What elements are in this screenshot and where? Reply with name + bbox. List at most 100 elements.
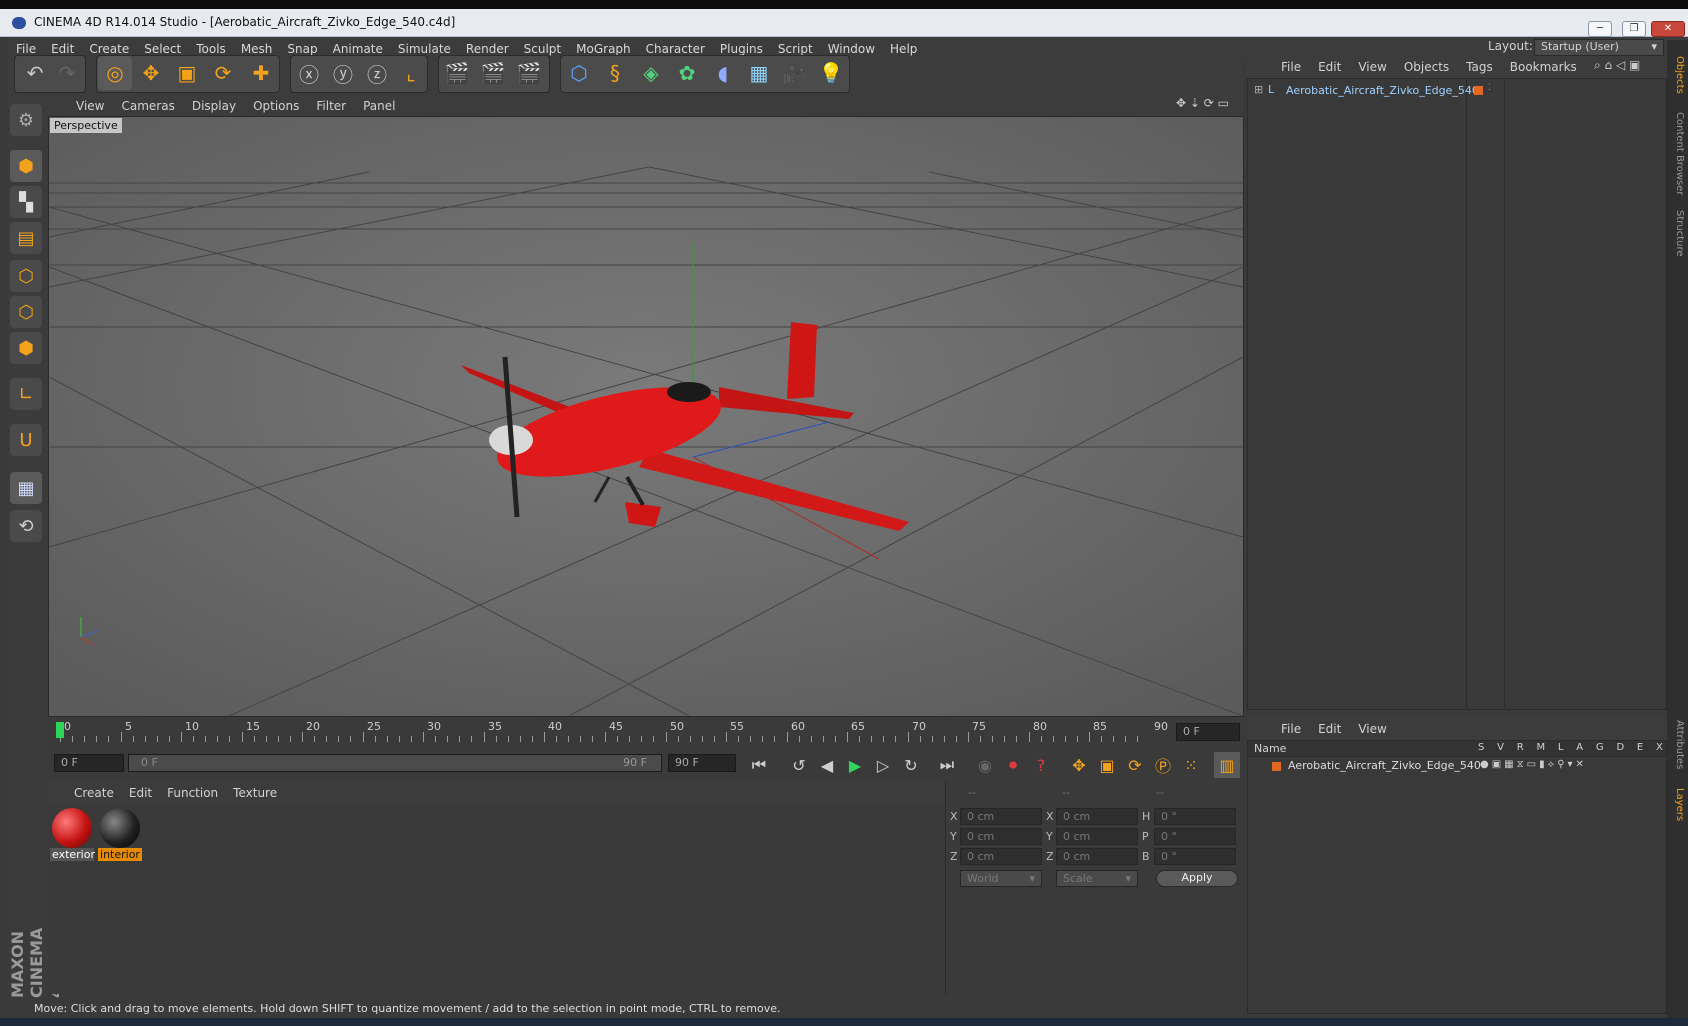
nurbs-icon[interactable]: ◈	[634, 56, 668, 90]
layer-color-swatch[interactable]	[1474, 86, 1483, 95]
menu-mesh[interactable]: Mesh	[241, 42, 273, 56]
objects-menu-tags[interactable]: Tags	[1466, 60, 1493, 74]
start-frame-field[interactable]: 0 F	[54, 754, 124, 772]
size-z-field[interactable]: 0 cm	[1056, 848, 1138, 865]
previous-frame-icon[interactable]: ◀	[814, 752, 840, 778]
playhead[interactable]	[56, 722, 64, 738]
material-menu-texture[interactable]: Texture	[233, 786, 277, 800]
camera-icon[interactable]: 🎥	[778, 56, 812, 90]
rot-p-field[interactable]: 0 °	[1154, 828, 1236, 845]
menu-character[interactable]: Character	[646, 42, 705, 56]
scale-select[interactable]: Scale ▾	[1056, 870, 1138, 887]
array-icon[interactable]: ✿	[670, 56, 704, 90]
viewport-menu-view[interactable]: View	[76, 99, 104, 113]
render-view-icon[interactable]: 🎬	[440, 56, 474, 90]
timeline-window-icon[interactable]: ▥	[1214, 752, 1240, 778]
layer-column-x[interactable]: X	[1656, 742, 1663, 753]
key-pla-icon[interactable]: ⁙	[1178, 752, 1204, 778]
objects-menu-view[interactable]: View	[1358, 60, 1386, 74]
workplane-mode-icon[interactable]: ▤	[10, 222, 42, 254]
layer-column-s[interactable]: S	[1478, 742, 1484, 753]
menu-select[interactable]: Select	[144, 42, 181, 56]
play-icon[interactable]: ▶	[842, 752, 868, 778]
render-settings-icon[interactable]: 🎬	[512, 56, 546, 90]
layer-flags-icons[interactable]: ●▣▦⧖▭▮⟡⚲▾✕	[1480, 759, 1587, 770]
menu-plugins[interactable]: Plugins	[720, 42, 763, 56]
layer-column-m[interactable]: M	[1537, 742, 1546, 753]
layer-column-g[interactable]: G	[1596, 742, 1604, 753]
menu-animate[interactable]: Animate	[333, 42, 383, 56]
layer-column-l[interactable]: L	[1558, 742, 1564, 753]
polygons-mode-icon[interactable]: ⬢	[10, 332, 42, 364]
next-frame-icon[interactable]: ▷	[870, 752, 896, 778]
edges-mode-icon[interactable]: ⬡	[10, 296, 42, 328]
current-frame-field[interactable]: 0 F	[1176, 723, 1240, 741]
objects-menu-edit[interactable]: Edit	[1318, 60, 1341, 74]
menu-window[interactable]: Window	[828, 42, 875, 56]
render-picture-viewer-icon[interactable]: 🎬	[476, 56, 510, 90]
menu-mograph[interactable]: MoGraph	[576, 42, 631, 56]
key-position-icon[interactable]: ✥	[1066, 752, 1092, 778]
rot-h-field[interactable]: 0 °	[1154, 808, 1236, 825]
layer-color-swatch[interactable]	[1272, 762, 1281, 771]
apply-button[interactable]: Apply	[1156, 870, 1238, 887]
workplane-lock-icon[interactable]: ▦	[10, 472, 42, 504]
autokeying-icon[interactable]: ⏺	[1000, 752, 1026, 778]
menu-snap[interactable]: Snap	[287, 42, 317, 56]
menu-render[interactable]: Render	[466, 42, 509, 56]
key-rotation-icon[interactable]: ⟳	[1122, 752, 1148, 778]
menu-create[interactable]: Create	[89, 42, 129, 56]
points-mode-icon[interactable]: ⬡	[10, 260, 42, 292]
menu-simulate[interactable]: Simulate	[398, 42, 451, 56]
cube-icon[interactable]: ⬡	[562, 56, 596, 90]
axis-mode-icon[interactable]: ∟	[10, 378, 42, 410]
go-to-end-icon[interactable]: ⏭	[934, 752, 960, 778]
objects-menu-objects[interactable]: Objects	[1404, 60, 1449, 74]
maximize-button[interactable]: ❐	[1622, 21, 1646, 37]
perspective-viewport[interactable]	[48, 116, 1244, 717]
next-key-icon[interactable]: ↻	[898, 752, 924, 778]
material-exterior[interactable]: exterior	[50, 808, 95, 864]
layer-column-a[interactable]: A	[1576, 742, 1583, 753]
layers-menu-file[interactable]: File	[1281, 722, 1301, 736]
layer-column-v[interactable]: V	[1497, 742, 1504, 753]
scale-tool-icon[interactable]: ▣	[170, 56, 204, 90]
menu-script[interactable]: Script	[778, 42, 813, 56]
expand-icon[interactable]: ⊞	[1254, 83, 1263, 96]
minimize-button[interactable]: ─	[1588, 21, 1612, 37]
size-y-field[interactable]: 0 cm	[1056, 828, 1138, 845]
floor-icon[interactable]: ▦	[742, 56, 776, 90]
z-axis-icon[interactable]: ⓩ	[360, 56, 394, 90]
layer-column-d[interactable]: D	[1616, 742, 1624, 753]
rotate-tool-icon[interactable]: ⟳	[206, 56, 240, 90]
material-menu-function[interactable]: Function	[167, 786, 218, 800]
menu-tools[interactable]: Tools	[196, 42, 226, 56]
redo-icon[interactable]: ↷	[50, 56, 84, 90]
tab-structure[interactable]: Structure	[1669, 210, 1685, 257]
world-select[interactable]: World ▾	[960, 870, 1042, 887]
tab-objects[interactable]: Objects	[1669, 56, 1685, 94]
viewport-menu-cameras[interactable]: Cameras	[121, 99, 174, 113]
pos-x-field[interactable]: 0 cm	[960, 808, 1042, 825]
viewport-menu-options[interactable]: Options	[253, 99, 299, 113]
layer-column-r[interactable]: R	[1517, 742, 1524, 753]
viewport-nav-icon[interactable]: ✥ ⇣ ⟳ ▭	[1176, 96, 1229, 110]
planar-workplane-icon[interactable]: ⟲	[10, 510, 42, 542]
move-tool-icon[interactable]: ✥	[134, 56, 168, 90]
add-tool-icon[interactable]: ✚	[244, 56, 278, 90]
snap-icon[interactable]: U	[10, 424, 42, 456]
coordinate-system-icon[interactable]: ⌞	[394, 56, 428, 90]
viewport-menu-display[interactable]: Display	[192, 99, 236, 113]
timeline-ruler[interactable]: 0 5 10 15 20 25 30 35 40 45 50 55 60 65 70 75 80 85 90 0 F	[48, 718, 1244, 746]
menu-edit[interactable]: Edit	[51, 42, 74, 56]
previous-key-icon[interactable]: ↺	[786, 752, 812, 778]
object-row[interactable]: ⊞ L Aerobatic_Aircraft_Zivko_Edge_540 ⁚	[1254, 83, 1654, 101]
frame-range-slider[interactable]: 0 F 90 F	[128, 754, 662, 772]
pos-z-field[interactable]: 0 cm	[960, 848, 1042, 865]
menu-sculpt[interactable]: Sculpt	[524, 42, 561, 56]
select-tool-icon[interactable]: ◎	[98, 56, 132, 90]
layer-column-e[interactable]: E	[1637, 742, 1643, 753]
menu-file[interactable]: File	[16, 42, 36, 56]
x-axis-icon[interactable]: ⓧ	[292, 56, 326, 90]
go-to-start-icon[interactable]: ⏮	[746, 752, 772, 778]
